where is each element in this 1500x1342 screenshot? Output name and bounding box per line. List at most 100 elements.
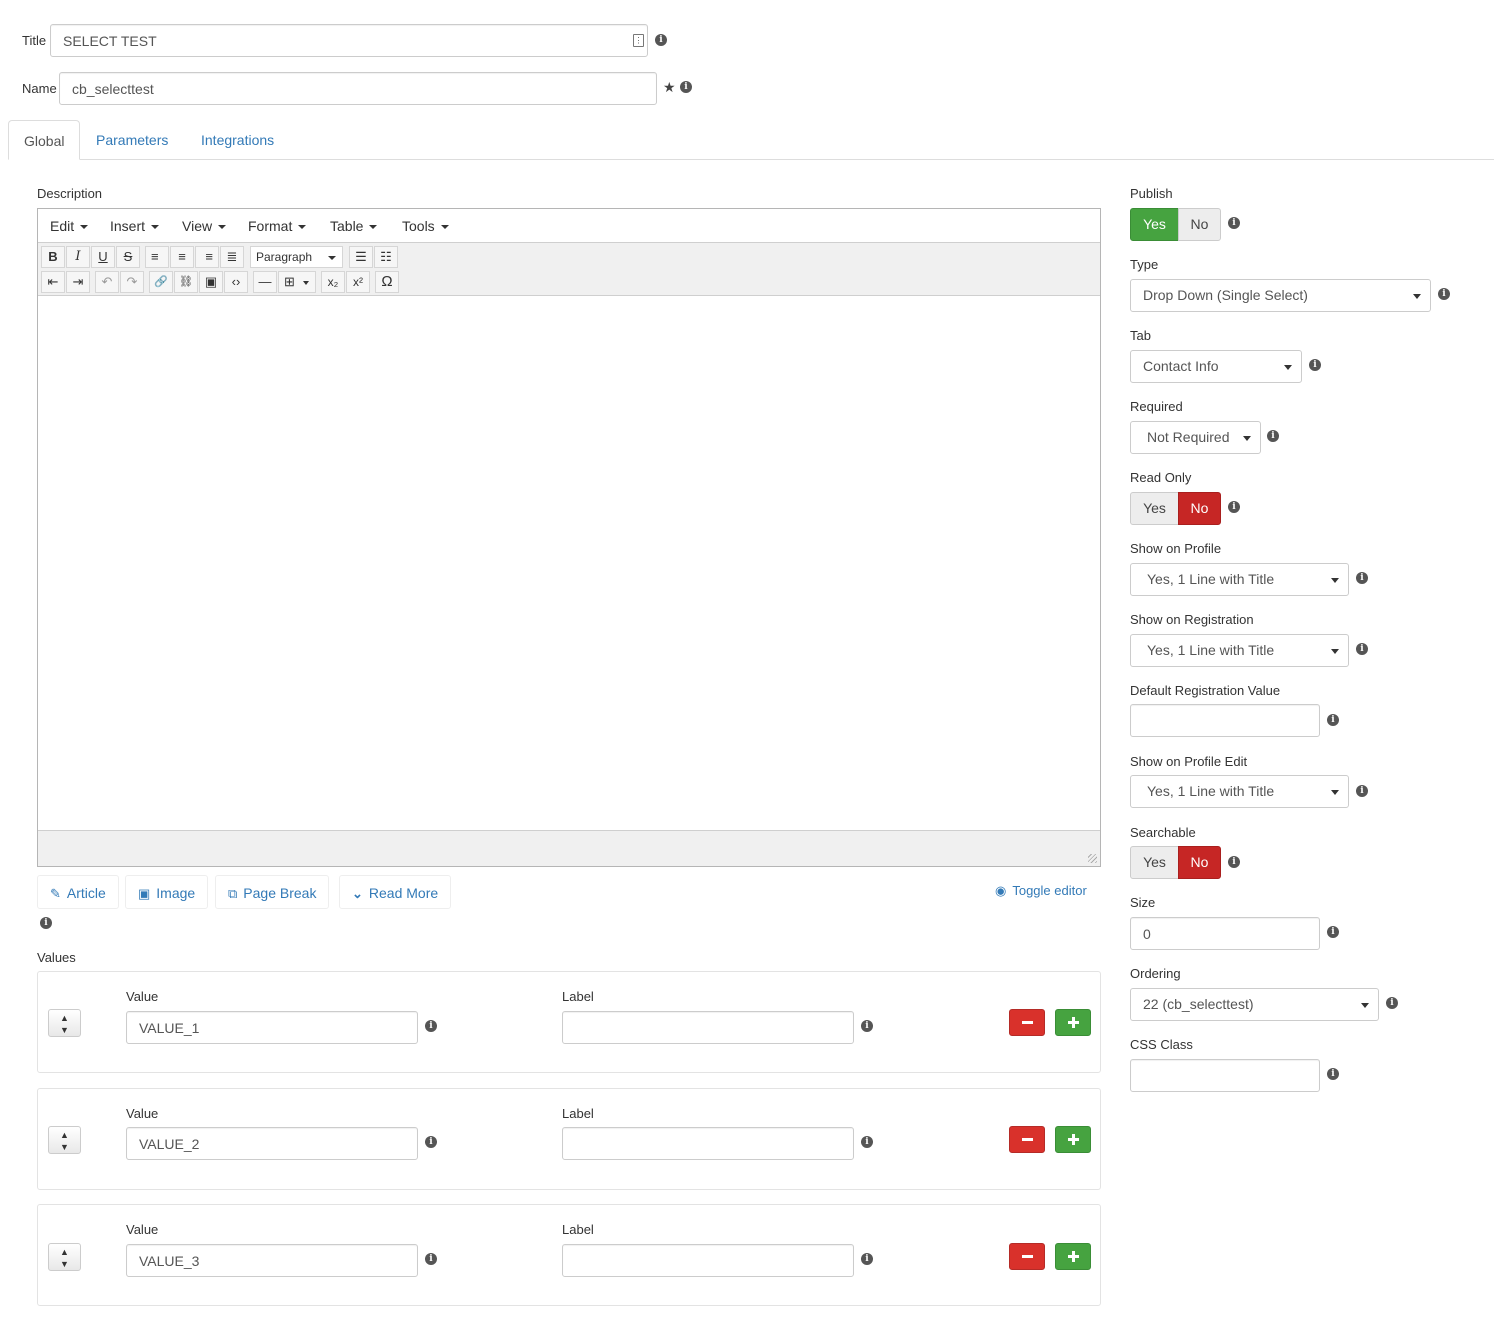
ordering-info-icon[interactable]: i [1386,997,1398,1009]
superscript-icon[interactable]: x² [346,271,370,293]
sort-handle-icon[interactable]: ▲ ▼ [48,1009,81,1037]
show-on-registration-select[interactable]: Yes, 1 Line with Title [1130,634,1349,667]
value-input[interactable] [126,1244,418,1277]
page-break-button[interactable]: ⧉ Page Break [215,875,330,909]
css-class-input[interactable] [1130,1059,1320,1092]
align-left-icon[interactable]: ≡ [145,246,169,268]
code-icon[interactable]: ‹› [224,271,248,293]
read-only-no-button[interactable]: No [1178,492,1221,525]
remove-row-button[interactable] [1009,1243,1045,1270]
sort-handle-icon[interactable]: ▲ ▼ [48,1126,81,1154]
resize-handle-icon[interactable] [1088,854,1097,863]
language-icon[interactable]: ⋮ [633,34,644,47]
default-registration-value-input[interactable] [1130,704,1320,737]
searchable-no-button[interactable]: No [1178,846,1221,879]
menu-tools[interactable]: Tools [402,209,449,243]
value-info-icon[interactable]: i [425,1253,437,1265]
align-justify-icon[interactable]: ≣ [220,246,244,268]
read-only-yes-button[interactable]: Yes [1130,492,1179,525]
editor-toolbar: B I U S ≡ ≡ ≡ ≣ Paragraph ☰ ☷ ⇤ ⇥ ↶ ↷ 🔗 … [38,243,1100,296]
remove-row-button[interactable] [1009,1126,1045,1153]
indent-icon[interactable]: ⇥ [66,271,90,293]
tab-integrations[interactable]: Integrations [186,120,289,160]
size-label: Size [1130,895,1156,910]
outdent-icon[interactable]: ⇤ [41,271,65,293]
label-input[interactable] [562,1127,854,1160]
default-registration-value-info-icon[interactable]: i [1327,714,1339,726]
type-info-icon[interactable]: i [1438,288,1450,300]
link-icon[interactable]: 🔗 [149,271,173,293]
read-only-info-icon[interactable]: i [1228,501,1240,513]
ordering-select[interactable]: 22 (cb_selecttest) [1130,988,1379,1021]
label-input[interactable] [562,1244,854,1277]
name-input[interactable] [59,72,657,105]
menu-insert[interactable]: Insert [110,209,160,243]
bullet-list-icon[interactable]: ☰ [349,246,373,268]
eye-icon: ◉ [995,883,1007,898]
remove-row-button[interactable] [1009,1009,1045,1036]
required-select[interactable]: Not Required [1130,421,1261,454]
image-button[interactable]: ▣ Image [125,875,209,909]
undo-icon[interactable]: ↶ [95,271,119,293]
numbered-list-icon[interactable]: ☷ [374,246,398,268]
type-select[interactable]: Drop Down (Single Select) [1130,279,1431,312]
label-info-icon[interactable]: i [861,1136,873,1148]
publish-yes-button[interactable]: Yes [1130,208,1179,241]
underline-icon[interactable]: U [91,246,115,268]
redo-icon[interactable]: ↷ [120,271,144,293]
bold-icon[interactable]: B [41,246,65,268]
publish-no-button[interactable]: No [1178,208,1221,241]
tab-select[interactable]: Contact Info [1130,350,1302,383]
caret-down-icon [80,225,89,230]
css-class-info-icon[interactable]: i [1327,1068,1339,1080]
tab-info-icon[interactable]: i [1309,359,1321,371]
searchable-info-icon[interactable]: i [1228,856,1240,868]
unlink-icon[interactable]: ⛓ [174,271,198,293]
value-info-icon[interactable]: i [425,1136,437,1148]
show-on-profile-select[interactable]: Yes, 1 Line with Title [1130,563,1349,596]
image-icon[interactable]: ▣ [199,271,223,293]
size-input[interactable] [1130,917,1320,950]
tab-parameters[interactable]: Parameters [81,120,183,160]
article-button[interactable]: ✎ Article [37,875,119,909]
horizontal-rule-icon[interactable]: — [253,271,277,293]
italic-icon[interactable]: I [66,246,90,268]
sort-handle-icon[interactable]: ▲ ▼ [48,1243,81,1271]
table-button[interactable]: ⊞ [278,271,316,293]
value-input[interactable] [126,1127,418,1160]
show-on-registration-info-icon[interactable]: i [1356,643,1368,655]
publish-info-icon[interactable]: i [1228,217,1240,229]
add-row-button[interactable] [1055,1243,1091,1270]
special-char-icon[interactable]: Ω [375,271,399,293]
label-info-icon[interactable]: i [861,1020,873,1032]
menu-table[interactable]: Table [330,209,378,243]
title-info-icon[interactable]: i [655,34,667,46]
menu-view[interactable]: View [182,209,227,243]
editor-content-area[interactable] [38,296,1100,831]
align-right-icon[interactable]: ≡ [195,246,219,268]
align-center-icon[interactable]: ≡ [170,246,194,268]
title-input[interactable] [50,24,648,57]
label-input[interactable] [562,1011,854,1044]
menu-format[interactable]: Format [248,209,307,243]
searchable-yes-button[interactable]: Yes [1130,846,1179,879]
show-on-profile-info-icon[interactable]: i [1356,572,1368,584]
strikethrough-icon[interactable]: S [116,246,140,268]
add-row-button[interactable] [1055,1126,1091,1153]
name-info-icon[interactable]: i [680,81,692,93]
show-on-profile-edit-info-icon[interactable]: i [1356,785,1368,797]
show-on-profile-edit-select[interactable]: Yes, 1 Line with Title [1130,775,1349,808]
subscript-icon[interactable]: x₂ [321,271,345,293]
toggle-editor-button[interactable]: ◉ Toggle editor [995,883,1087,899]
description-info-icon[interactable]: i [40,917,52,929]
value-info-icon[interactable]: i [425,1020,437,1032]
value-input[interactable] [126,1011,418,1044]
menu-edit[interactable]: Edit [50,209,89,243]
label-info-icon[interactable]: i [861,1253,873,1265]
format-select[interactable]: Paragraph [250,246,343,268]
read-more-button[interactable]: ⌄ Read More [339,875,452,909]
add-row-button[interactable] [1055,1009,1091,1036]
required-info-icon[interactable]: i [1267,430,1279,442]
tab-global[interactable]: Global [8,120,81,160]
size-info-icon[interactable]: i [1327,926,1339,938]
